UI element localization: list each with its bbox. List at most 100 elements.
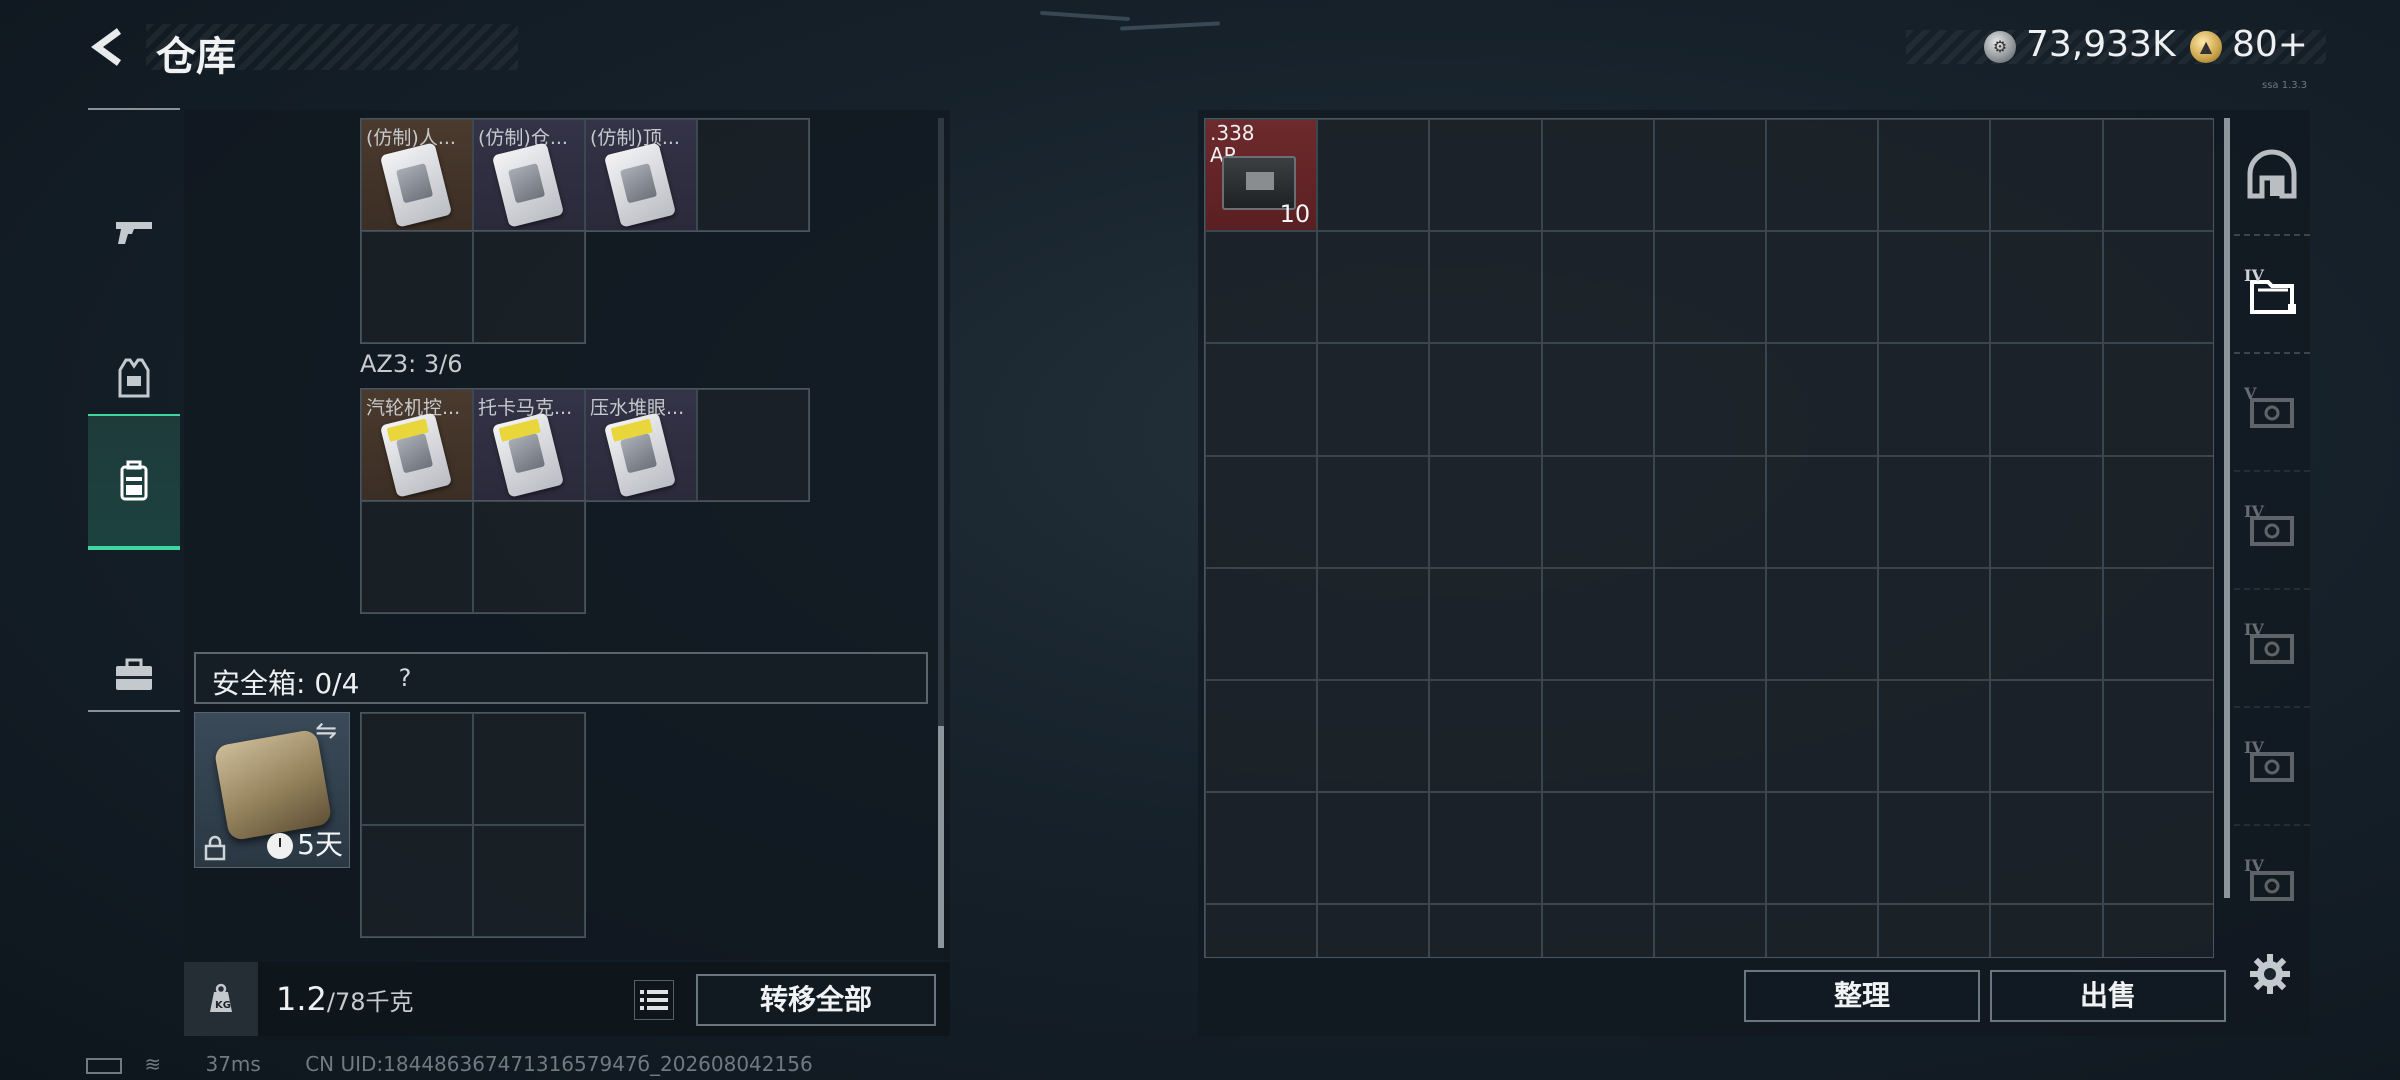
- key-item[interactable]: 托卡马克...: [473, 389, 585, 501]
- empty-slot[interactable]: [361, 713, 473, 825]
- storage-slot[interactable]: [2102, 792, 2213, 905]
- storage-slot[interactable]: [1541, 343, 1654, 456]
- storage-slot[interactable]: [1541, 567, 1654, 680]
- ammo-item[interactable]: .338 AP 10: [1205, 119, 1318, 232]
- settings-gear-icon[interactable]: [2248, 952, 2292, 996]
- storage-slot[interactable]: [1653, 119, 1766, 232]
- storage-slot[interactable]: [1765, 455, 1879, 568]
- gold-amount[interactable]: 80+: [2232, 24, 2308, 65]
- storage-slot[interactable]: [1990, 679, 2103, 793]
- storage-slot[interactable]: [1205, 455, 1318, 568]
- organize-button[interactable]: 整理: [1744, 970, 1980, 1022]
- storage-slot[interactable]: [1653, 455, 1766, 568]
- storage-slot[interactable]: [1990, 231, 2103, 344]
- storage-slot[interactable]: [1429, 792, 1542, 905]
- storage-slot[interactable]: [1878, 679, 1991, 793]
- storage-slot[interactable]: [1541, 455, 1654, 568]
- storage-tab-5[interactable]: IV: [2234, 708, 2310, 826]
- storage-slot[interactable]: [2102, 455, 2213, 568]
- storage-slot[interactable]: [1205, 567, 1318, 680]
- storage-slot[interactable]: [1205, 343, 1318, 456]
- empty-slot[interactable]: [697, 389, 809, 501]
- category-backpack[interactable]: [88, 414, 180, 550]
- help-icon[interactable]: ?: [392, 664, 418, 692]
- storage-slot[interactable]: [1205, 792, 1318, 905]
- storage-slot[interactable]: [1541, 231, 1654, 344]
- category-weapons[interactable]: [88, 164, 180, 300]
- storage-slot[interactable]: [1317, 679, 1430, 793]
- storage-slot[interactable]: [2102, 567, 2213, 680]
- storage-slot[interactable]: [1541, 904, 1654, 957]
- sell-button[interactable]: 出售: [1990, 970, 2226, 1022]
- storage-slot[interactable]: [1878, 119, 1991, 232]
- storage-slot[interactable]: [1765, 679, 1879, 793]
- key-item[interactable]: 压水堆眼...: [585, 389, 697, 501]
- storage-slot[interactable]: [1990, 792, 2103, 905]
- storage-slot[interactable]: [1653, 792, 1766, 905]
- scrollbar-thumb[interactable]: [938, 726, 944, 948]
- storage-slot[interactable]: [1429, 904, 1542, 957]
- empty-slot[interactable]: [473, 713, 585, 825]
- key-item[interactable]: (仿制)仓...: [473, 119, 585, 231]
- storage-slot[interactable]: [1429, 455, 1542, 568]
- storage-slot[interactable]: [1878, 904, 1991, 957]
- storage-slot[interactable]: [1990, 343, 2103, 456]
- storage-slot[interactable]: [1765, 567, 1879, 680]
- storage-slot[interactable]: [1990, 455, 2103, 568]
- storage-slot[interactable]: [2102, 343, 2213, 456]
- storage-slot[interactable]: [1205, 231, 1318, 344]
- storage-slot[interactable]: [1878, 567, 1991, 680]
- empty-slot[interactable]: [361, 231, 473, 343]
- storage-slot[interactable]: [2102, 231, 2213, 344]
- storage-slot[interactable]: [1765, 792, 1879, 905]
- storage-tab-2[interactable]: V: [2234, 354, 2310, 472]
- empty-slot[interactable]: [361, 501, 473, 613]
- storage-slot[interactable]: [1317, 567, 1430, 680]
- empty-slot[interactable]: [473, 231, 585, 343]
- storage-slot[interactable]: [1765, 231, 1879, 344]
- storage-slot[interactable]: [1653, 231, 1766, 344]
- storage-slot[interactable]: [1429, 343, 1542, 456]
- storage-slot[interactable]: [1765, 904, 1879, 957]
- storage-slot[interactable]: [1317, 119, 1430, 232]
- storage-slot[interactable]: [1653, 904, 1766, 957]
- storage-slot[interactable]: [1541, 679, 1654, 793]
- storage-slot[interactable]: [1878, 343, 1991, 456]
- storage-slot[interactable]: [1429, 679, 1542, 793]
- transfer-all-button[interactable]: 转移全部: [696, 974, 936, 1026]
- empty-slot[interactable]: [473, 825, 585, 937]
- storage-slot[interactable]: [1653, 343, 1766, 456]
- storage-scrollbar[interactable]: [2224, 118, 2230, 898]
- empty-slot[interactable]: [697, 119, 809, 231]
- empty-slot[interactable]: [361, 825, 473, 937]
- storage-slot[interactable]: [1429, 119, 1542, 232]
- storage-tab-3[interactable]: IV: [2234, 472, 2310, 590]
- key-item[interactable]: (仿制)顶...: [585, 119, 697, 231]
- storage-slot[interactable]: [1541, 119, 1654, 232]
- storage-slot[interactable]: [1429, 567, 1542, 680]
- storage-slot[interactable]: [1429, 231, 1542, 344]
- storage-slot[interactable]: [1878, 455, 1991, 568]
- storage-slot[interactable]: [2102, 904, 2213, 957]
- storage-slot[interactable]: [1317, 231, 1430, 344]
- storage-slot[interactable]: [1541, 792, 1654, 905]
- storage-tab-all[interactable]: [2234, 118, 2310, 236]
- storage-slot[interactable]: [1205, 679, 1318, 793]
- safebox-item[interactable]: ⇋ 5天: [194, 712, 350, 868]
- storage-slot[interactable]: [1317, 455, 1430, 568]
- storage-slot[interactable]: [1317, 343, 1430, 456]
- storage-slot[interactable]: [1990, 119, 2103, 232]
- storage-slot[interactable]: [2102, 679, 2213, 793]
- storage-slot[interactable]: [1653, 679, 1766, 793]
- storage-slot[interactable]: [1205, 904, 1318, 957]
- storage-slot[interactable]: [1878, 231, 1991, 344]
- storage-slot[interactable]: [1878, 792, 1991, 905]
- key-item[interactable]: 汽轮机控...: [361, 389, 473, 501]
- swap-icon[interactable]: ⇋: [311, 718, 341, 744]
- storage-slot[interactable]: [1765, 343, 1879, 456]
- storage-slot[interactable]: [1317, 904, 1430, 957]
- list-view-icon[interactable]: [634, 980, 674, 1020]
- storage-tab-4[interactable]: IV: [2234, 590, 2310, 708]
- back-button[interactable]: [86, 24, 132, 70]
- category-tools[interactable]: [88, 606, 180, 742]
